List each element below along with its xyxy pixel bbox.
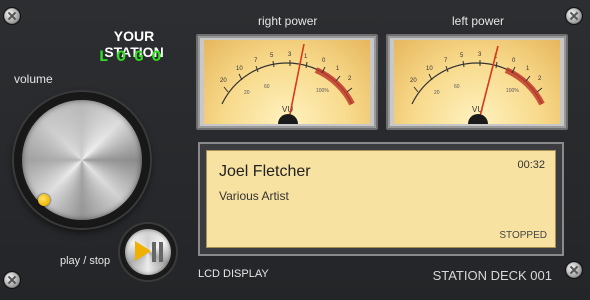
vu-tick-label: 3: [288, 52, 292, 58]
track-time: 00:32: [517, 159, 545, 171]
vu-tick-label: 10: [426, 66, 433, 72]
play-stop-button-face[interactable]: [125, 229, 171, 275]
vu-percent-label: 100%: [316, 88, 329, 94]
right-vu-meter: 20 10 7 5 3 1 0 1 2 20 60 100% VU: [196, 34, 378, 130]
play-stop-button[interactable]: [120, 224, 176, 280]
vu-meter-dial: 20 10 7 5 3 1 0 1 2 20 60 100% VU: [220, 43, 355, 124]
left-power-label: left power: [452, 14, 505, 28]
vu-percent-label: 20: [244, 90, 250, 96]
vu-tick-label: 1: [336, 66, 340, 72]
vu-tick-label: 20: [410, 78, 417, 84]
volume-label: volume: [14, 72, 53, 86]
vu-needle-pivot: [278, 114, 298, 124]
pause-bar-icon: [152, 242, 156, 262]
deck-name: STATION DECK 001: [432, 268, 552, 283]
lcd-display-frame: Joel Fletcher Various Artist 00:32 STOPP…: [198, 142, 564, 256]
vu-percent-label: 60: [454, 84, 460, 90]
vu-tick-label: 20: [220, 78, 227, 84]
vu-tick-label: 7: [254, 58, 258, 64]
vu-meter-face: 20 10 7 5 3 1 0 1 2 20 60 100% VU: [204, 40, 370, 124]
pause-bar-icon: [159, 242, 163, 262]
vu-tick-label: 2: [348, 76, 352, 82]
left-vu-meter: 20 10 7 5 3 1 0 1 2 20 60 100% VU: [386, 34, 568, 130]
lcd-display: Joel Fletcher Various Artist 00:32 STOPP…: [206, 150, 556, 248]
lcd-display-caption: LCD DISPLAY: [198, 268, 269, 280]
vu-tick-label: 7: [444, 58, 448, 64]
vu-tick-label: 0: [512, 58, 516, 64]
vu-tick-label: 5: [270, 53, 274, 59]
screw-icon: [566, 8, 582, 24]
vu-red-zone: [314, 67, 355, 106]
vu-ticks: [223, 60, 353, 93]
vu-tick-label: 1: [304, 54, 308, 60]
vu-tick-label: 2: [538, 76, 542, 82]
screw-icon: [4, 272, 20, 288]
vu-tick-label: 1: [526, 66, 530, 72]
screw-icon: [4, 8, 20, 24]
station-deck-panel: YOUR STATION LOGO volume play / stop rig…: [0, 0, 590, 300]
vu-percent-label: 100%: [506, 88, 519, 94]
vu-needle-pivot: [468, 114, 488, 124]
vu-red-zone: [504, 67, 545, 106]
play-icon: [135, 241, 151, 261]
vu-tick-label: 0: [322, 58, 326, 64]
screw-icon: [566, 262, 582, 278]
vu-meter-dial: 20 10 7 5 3 1 0 1 2 20 60 100% VU: [410, 45, 545, 124]
vu-tick-label: 5: [460, 53, 464, 59]
vu-ticks: [413, 60, 543, 93]
track-title: Joel Fletcher: [219, 163, 311, 180]
playback-status: STOPPED: [499, 230, 547, 241]
station-logo-line2: LOGO: [98, 48, 170, 66]
volume-indicator-icon: [38, 194, 50, 206]
vu-meter-face: 20 10 7 5 3 1 0 1 2 20 60 100% VU: [394, 40, 560, 124]
vu-tick-label: 3: [478, 52, 482, 58]
vu-percent-label: 20: [434, 90, 440, 96]
track-artist: Various Artist: [219, 189, 289, 203]
volume-knob[interactable]: [14, 92, 150, 228]
play-stop-label: play / stop: [60, 255, 111, 267]
right-power-label: right power: [258, 14, 318, 28]
vu-tick-label: 10: [236, 66, 243, 72]
vu-percent-label: 60: [264, 84, 270, 90]
